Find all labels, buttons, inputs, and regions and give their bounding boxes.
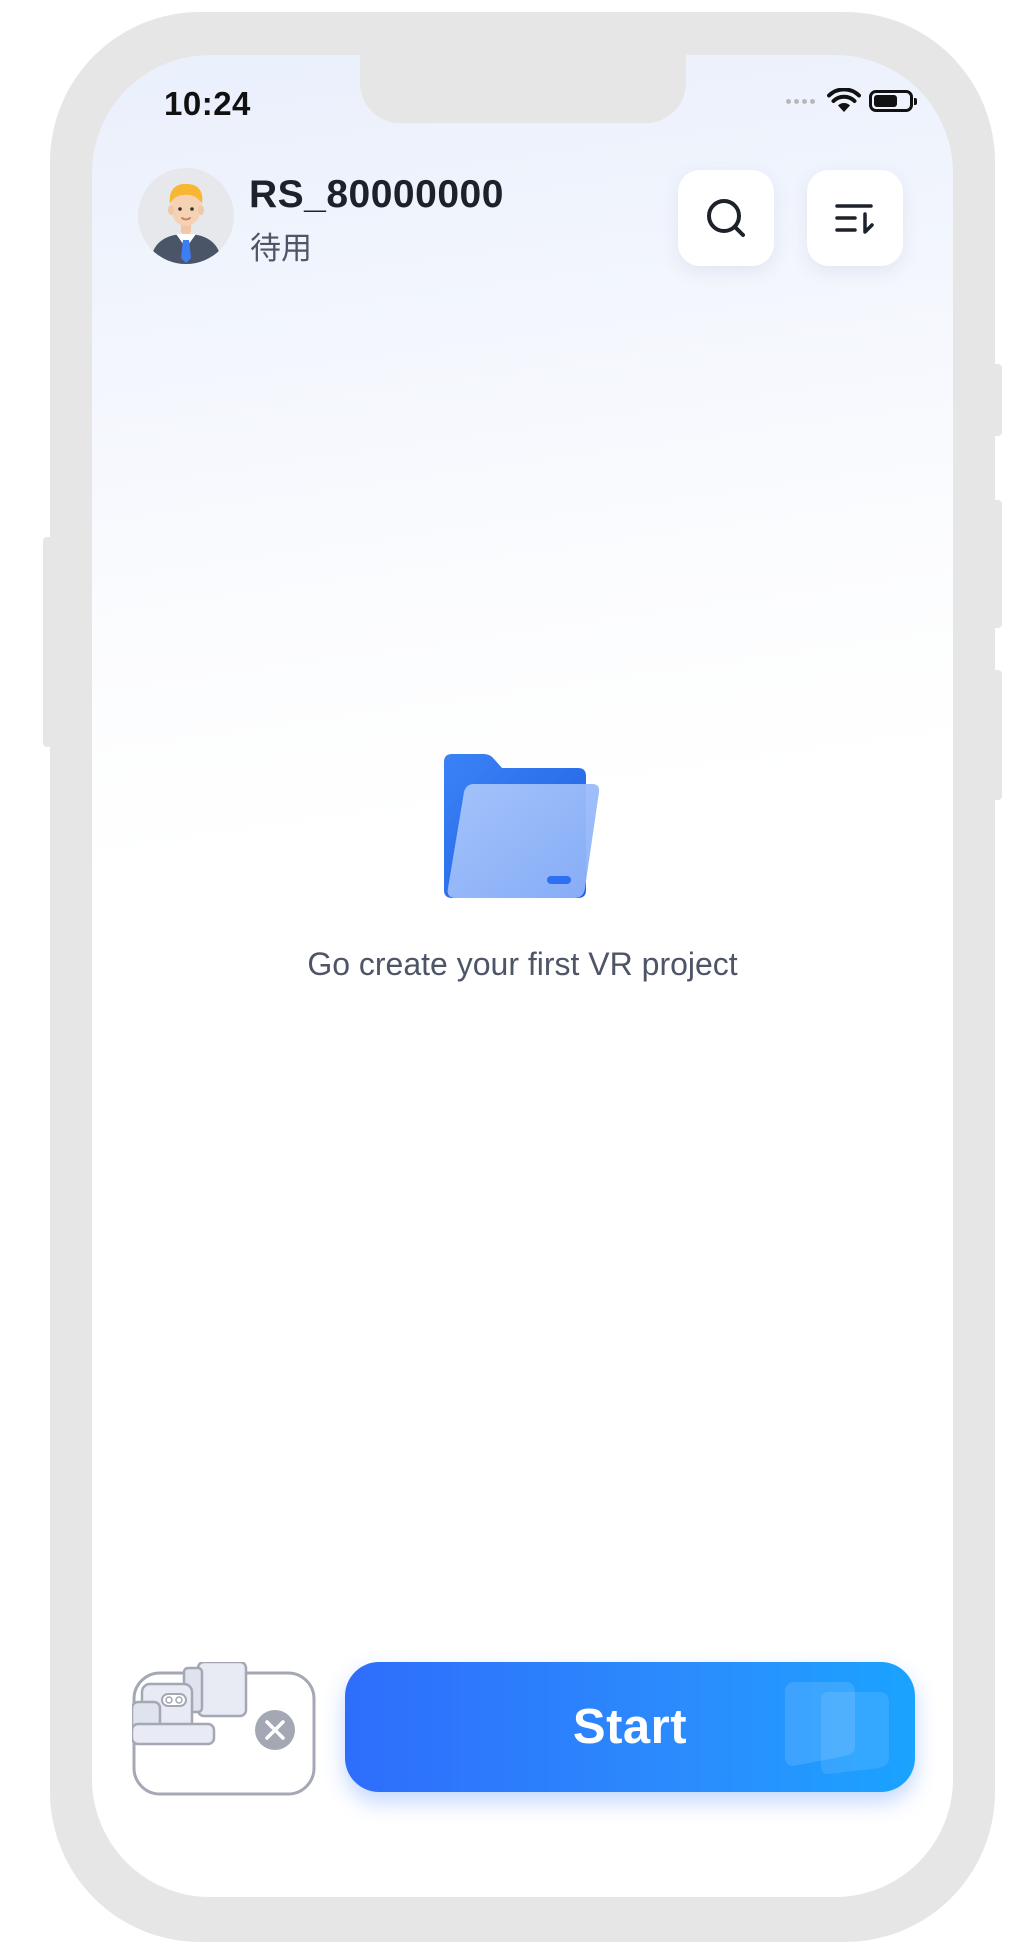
sort-button[interactable] [807,170,903,266]
status-time: 10:24 [164,85,251,122]
start-button[interactable]: Start [345,1662,915,1792]
phone-volume-up-button [992,364,1002,436]
device-notch [360,55,686,123]
search-icon [707,199,745,237]
phone-power-button [992,670,1002,800]
start-decoration-icon [785,1682,889,1774]
folder-icon [432,752,612,907]
wifi-icon [827,88,861,112]
sort-icon [835,204,874,234]
app-screen: 10:24 RS_80000000 待用 Go create your firs… [92,55,953,1897]
signal-dots-icon [786,98,815,104]
battery-icon [869,90,917,112]
phone-volume-down-button [992,500,1002,628]
start-button-label: Start [572,1700,688,1754]
user-avatar-icon[interactable] [138,168,234,264]
user-status: 待用 [250,231,312,266]
status-icons [786,85,917,117]
username: RS_80000000 [249,173,504,216]
device-status-card[interactable] [130,1660,316,1796]
close-circle-icon [255,1710,295,1750]
search-button[interactable] [678,170,774,266]
phone-side-button-left [43,537,53,747]
empty-state-message: Go create your first VR project [307,946,738,982]
